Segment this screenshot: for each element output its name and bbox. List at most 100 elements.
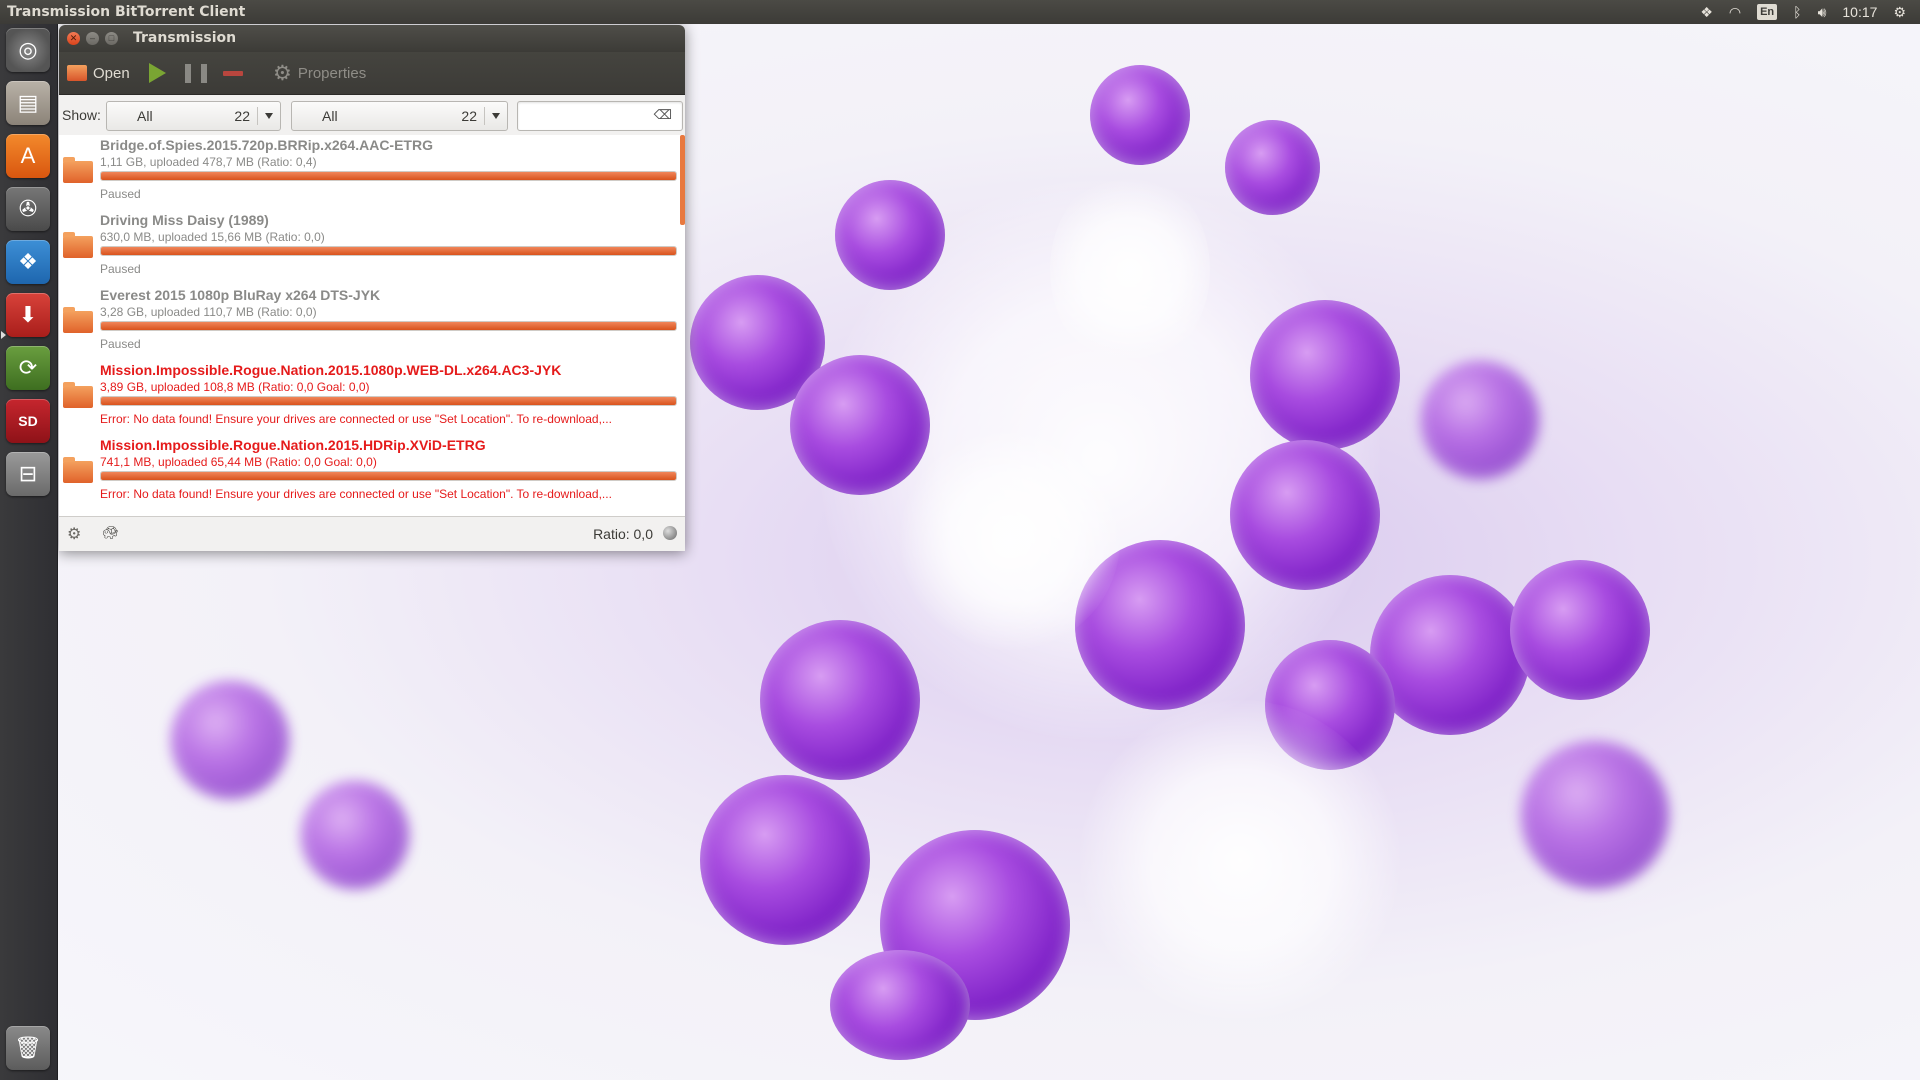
torrent-row[interactable]: Mission.Impossible.Rogue.Nation.2015.108… — [59, 360, 679, 435]
torrent-row[interactable]: Everest 2015 1080p BluRay x264 DTS-JYK 3,… — [59, 285, 679, 360]
volume-icon[interactable]: 🔊︎ — [1818, 0, 1827, 24]
berry — [830, 950, 970, 1060]
open-button[interactable]: Open — [67, 52, 130, 94]
ratio-mode-icon[interactable] — [663, 526, 677, 540]
app-title: Transmission BitTorrent Client — [7, 4, 246, 20]
torrent-row[interactable]: Driving Miss Daisy (1989) 630,0 MB, uploa… — [59, 210, 679, 285]
minimize-window-button[interactable]: – — [86, 32, 99, 45]
combo-separator — [257, 107, 258, 125]
filter-bar: Show: All 22 All 22 ⌫ — [59, 95, 685, 136]
transmission-window: ✕ – □ Transmission Open ⚙ Properties Sho… — [59, 25, 685, 551]
remove-button[interactable] — [223, 52, 243, 94]
berry — [1250, 300, 1400, 450]
combo-separator — [484, 107, 485, 125]
preferences-gear-icon[interactable]: ⚙ — [67, 524, 81, 544]
torrent-status: Paused — [100, 337, 141, 351]
close-window-button[interactable]: ✕ — [67, 32, 80, 45]
progress-bar — [100, 171, 677, 181]
berry — [1090, 65, 1190, 165]
torrent-status: Paused — [100, 262, 141, 276]
progress-bar — [100, 321, 677, 331]
torrent-row[interactable]: Mission.Impossible.Rogue.Nation.2015.HDR… — [59, 435, 679, 510]
activity-filter-count: 22 — [234, 108, 250, 124]
pause-icon — [185, 63, 191, 83]
torrent-name: Mission.Impossible.Rogue.Nation.2015.HDR… — [100, 437, 486, 453]
maximize-window-button[interactable]: □ — [105, 32, 118, 45]
window-titlebar[interactable]: ✕ – □ Transmission — [59, 25, 685, 52]
software-updater-icon[interactable]: ⟳ — [6, 346, 50, 390]
folder-icon — [63, 382, 93, 408]
folder-icon — [63, 457, 93, 483]
folder-icon — [63, 307, 93, 333]
torrent-row[interactable]: Bridge.of.Spies.2015.720p.BRRip.x264.AAC… — [59, 135, 679, 210]
properties-label: Properties — [297, 64, 367, 82]
torrent-name: Bridge.of.Spies.2015.720p.BRRip.x264.AAC… — [100, 137, 433, 153]
indicator-area: ❖ ◠ En ᛒ 🔊︎ 10:17 ⚙ — [1700, 0, 1906, 24]
power-gear-icon[interactable]: ⚙ — [1893, 0, 1906, 24]
toolbar: Open ⚙ Properties — [59, 52, 685, 95]
window-title: Transmission — [133, 30, 237, 46]
top-panel: Transmission BitTorrent Client ❖ ◠ En ᛒ … — [0, 0, 1920, 24]
torrent-list[interactable]: Bridge.of.Spies.2015.720p.BRRip.x264.AAC… — [59, 135, 685, 517]
clock[interactable]: 10:17 — [1842, 0, 1877, 24]
remove-icon — [223, 70, 243, 76]
usb-drive-icon[interactable]: ⊟ — [6, 452, 50, 496]
progress-fill — [101, 472, 676, 480]
system-settings-icon[interactable]: ✇ — [6, 187, 50, 231]
torrent-info: 741,1 MB, uploaded 65,44 MB (Ratio: 0,0 … — [100, 455, 377, 469]
ratio-text: Ratio: 0,0 — [593, 526, 653, 542]
open-label: Open — [93, 64, 130, 82]
progress-bar — [100, 471, 677, 481]
torrent-status: Error: No data found! Ensure your drives… — [100, 487, 612, 501]
progress-fill — [101, 247, 676, 255]
bluetooth-icon[interactable]: ᛒ — [1793, 0, 1801, 24]
progress-fill — [101, 322, 676, 330]
keyboard-layout-indicator[interactable]: En — [1757, 4, 1778, 20]
torrent-name: Everest 2015 1080p BluRay x264 DTS-JYK — [100, 287, 381, 303]
start-button[interactable] — [149, 52, 166, 94]
berry — [300, 780, 410, 890]
progress-bar — [100, 246, 677, 256]
sd-card-icon[interactable]: SD — [6, 399, 50, 443]
show-label: Show: — [62, 107, 101, 123]
clear-search-icon[interactable]: ⌫ — [654, 107, 672, 123]
activity-filter-value: All — [137, 108, 153, 124]
trash-icon[interactable]: 🗑︎ — [6, 1026, 50, 1070]
berry — [790, 355, 930, 495]
play-icon — [149, 63, 166, 83]
chevron-down-icon — [265, 113, 273, 119]
chevron-down-icon — [492, 113, 500, 119]
berry — [760, 620, 920, 780]
folder-icon — [63, 232, 93, 258]
torrent-info: 3,28 GB, uploaded 110,7 MB (Ratio: 0,0) — [100, 305, 317, 319]
progress-bar — [100, 396, 677, 406]
gear-icon: ⚙ — [273, 61, 292, 85]
activity-filter-combo[interactable]: All 22 — [106, 101, 281, 131]
transmission-icon[interactable]: ⬇ — [6, 293, 50, 337]
tracker-filter-combo[interactable]: All 22 — [291, 101, 508, 131]
list-scrollbar[interactable] — [680, 135, 685, 225]
torrent-info: 630,0 MB, uploaded 15,66 MB (Ratio: 0,0) — [100, 230, 325, 244]
berry — [835, 180, 945, 290]
software-center-icon[interactable]: A — [6, 134, 50, 178]
properties-button[interactable]: ⚙ Properties — [273, 52, 366, 94]
berry — [1420, 360, 1540, 480]
turtle-speed-icon[interactable]: 🐢︎ — [102, 525, 119, 541]
open-folder-icon — [67, 65, 87, 81]
tracker-filter-count: 22 — [461, 108, 477, 124]
torrent-status: Paused — [100, 187, 141, 201]
ubuntu-dash-icon[interactable]: ◎ — [6, 28, 50, 72]
pause-button[interactable] — [185, 52, 207, 94]
wifi-icon[interactable]: ◠ — [1729, 0, 1741, 24]
torrent-name: Mission.Impossible.Rogue.Nation.2015.108… — [100, 362, 562, 378]
search-input[interactable]: ⌫ — [517, 101, 683, 131]
berry — [700, 775, 870, 945]
pause-icon-bar — [201, 63, 207, 83]
berry — [1510, 560, 1650, 700]
folder-icon — [63, 157, 93, 183]
launcher: ◎ ▤ A ✇ ❖ ⬇ ⟳ SD ⊟ 🗑︎ — [0, 24, 58, 1080]
dropbox-indicator-icon[interactable]: ❖ — [1700, 0, 1713, 24]
dropbox-icon[interactable]: ❖ — [6, 240, 50, 284]
files-icon[interactable]: ▤ — [6, 81, 50, 125]
berry — [1225, 120, 1320, 215]
